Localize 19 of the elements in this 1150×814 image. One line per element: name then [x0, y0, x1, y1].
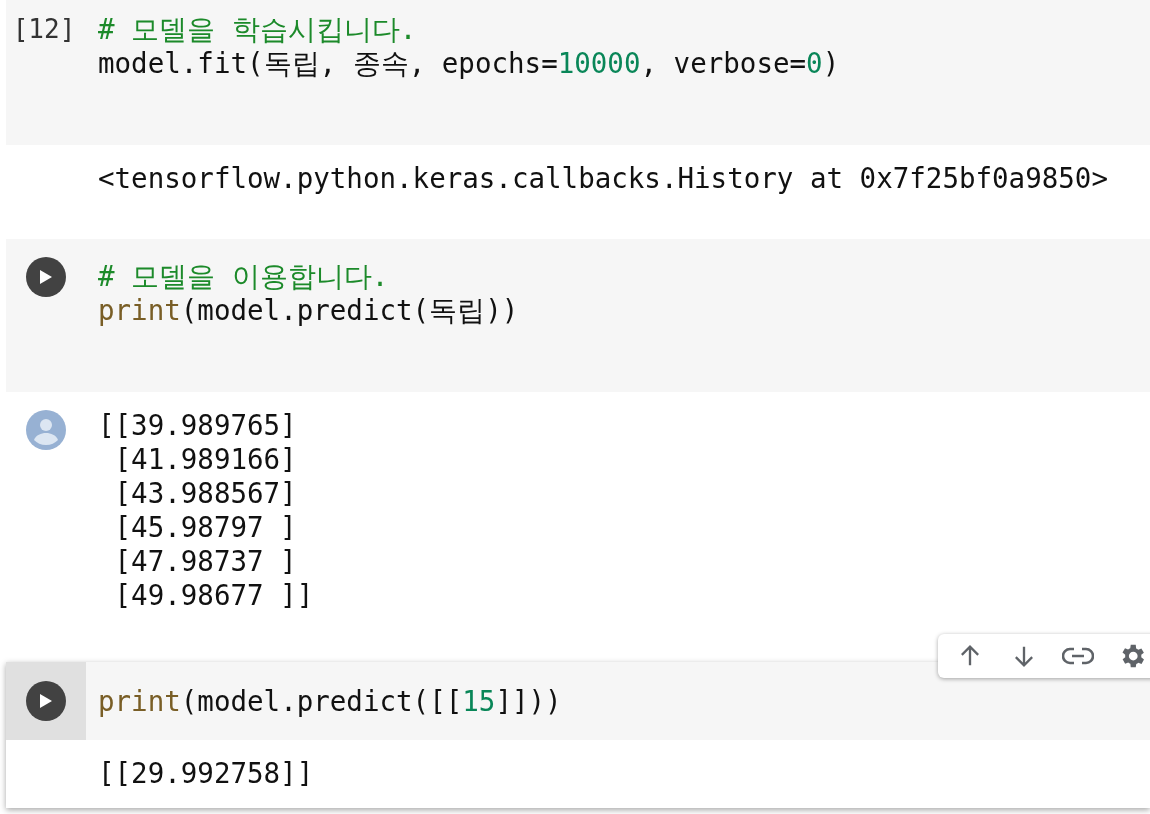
- output-line: <tensorflow.python.keras.callbacks.History at 0x7f25bf0a9850>: [98, 161, 1108, 195]
- run-button[interactable]: [26, 257, 66, 297]
- run-button[interactable]: [26, 681, 66, 721]
- play-icon: [39, 693, 53, 709]
- output-line: [[39.989765]: [98, 408, 298, 442]
- output-line: [[29.992758]]: [98, 756, 314, 790]
- output-line: [43.988567]: [113, 476, 298, 510]
- code-line: # 모델을 학습시킵니다.: [98, 12, 418, 46]
- code-line: model.fit(독립, 종속, epochs=10000, verbose=0): [98, 46, 841, 80]
- avatar-icon: [26, 410, 66, 450]
- code-line: # 모델을 이용합니다.: [98, 259, 390, 293]
- execution-count: [12]: [12, 13, 76, 46]
- output-line: [45.98797 ]: [113, 510, 298, 544]
- output-line: [49.98677 ]]: [113, 578, 314, 612]
- play-icon: [39, 269, 53, 285]
- code-line: print(model.predict([[15]])): [98, 684, 563, 718]
- output-line: [41.989166]: [113, 442, 298, 476]
- output-line: [47.98737 ]: [113, 544, 298, 578]
- code-line: print(model.predict(독립)): [98, 293, 520, 327]
